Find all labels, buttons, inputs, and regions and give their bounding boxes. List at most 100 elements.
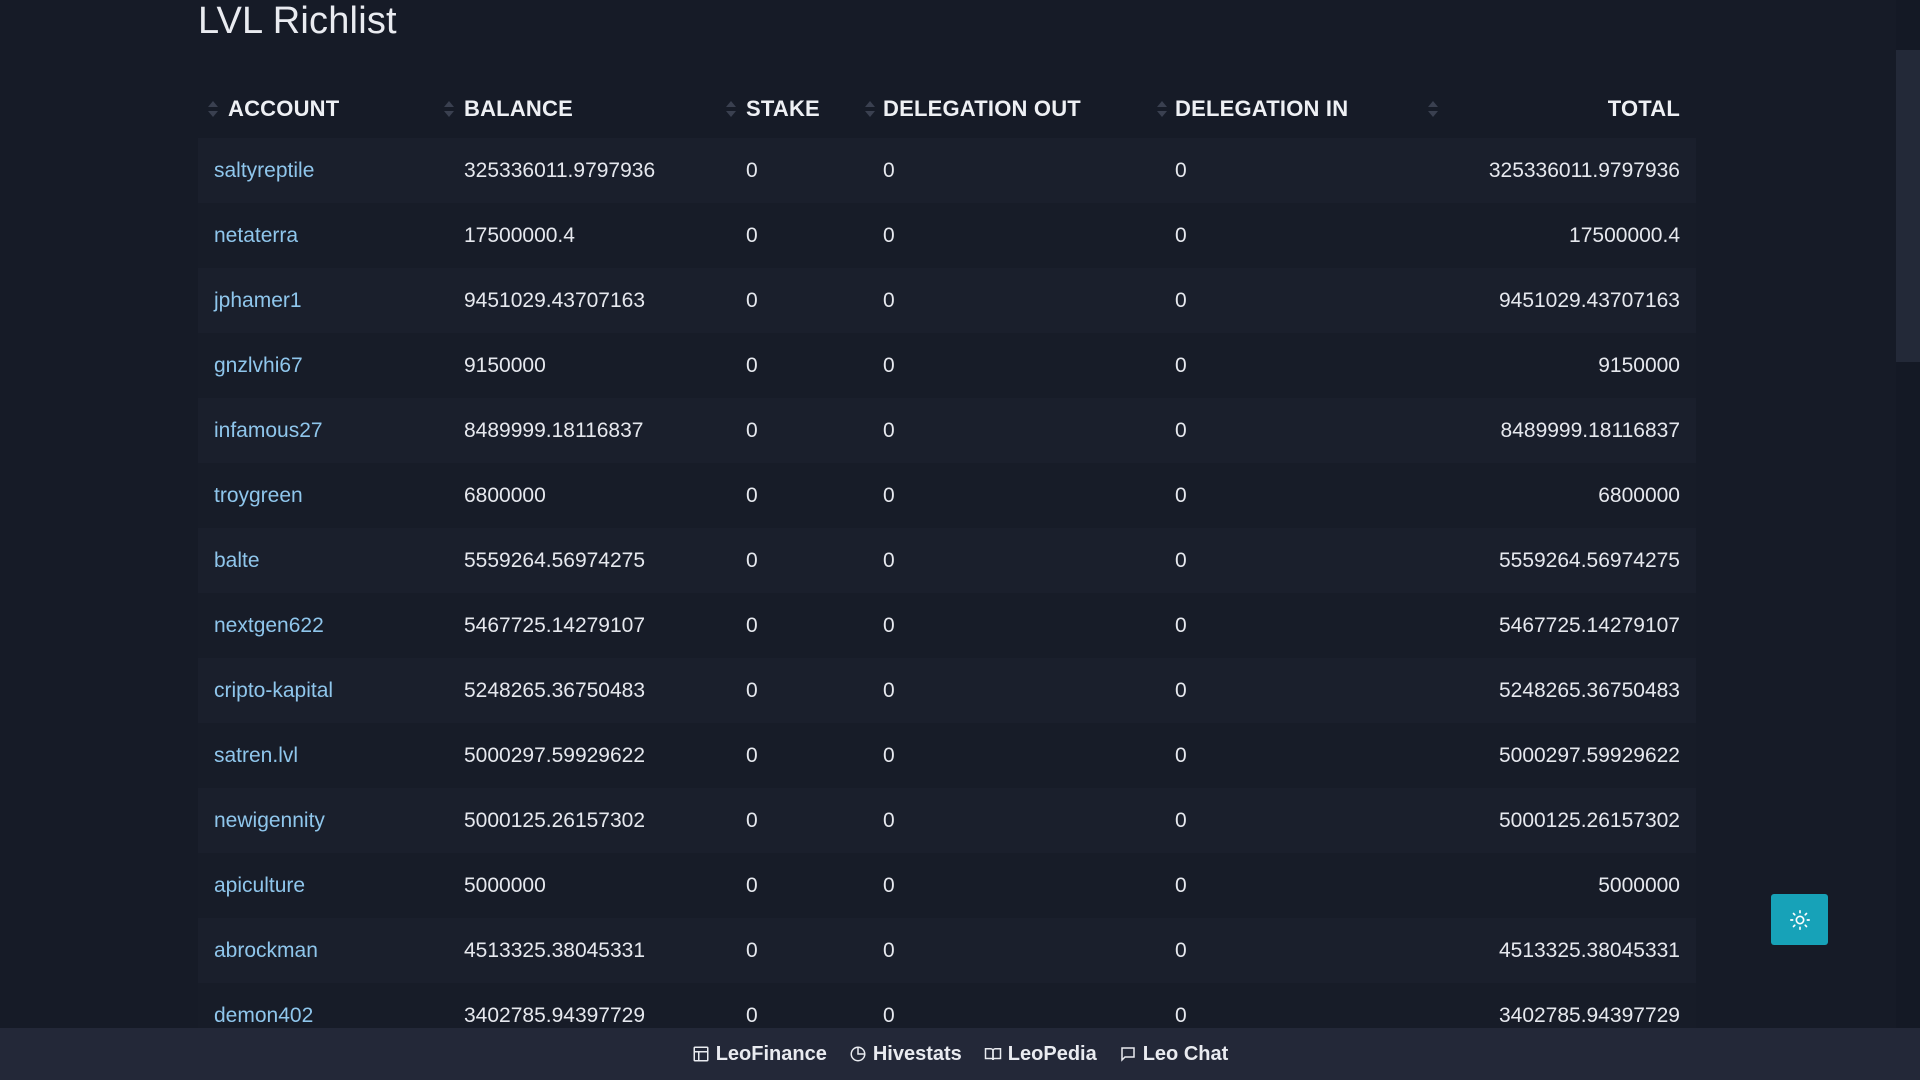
column-header-delegation-out[interactable]: DELEGATION OUT	[865, 80, 1157, 138]
delegation-out-cell: 0	[883, 353, 895, 377]
column-header-delegation-in[interactable]: DELEGATION IN	[1157, 80, 1420, 138]
account-link[interactable]: demon402	[214, 1004, 313, 1027]
account-link[interactable]: netaterra	[214, 224, 298, 247]
account-cell: jphamer1	[198, 268, 448, 333]
account-link[interactable]: cripto-kapital	[214, 679, 333, 702]
delegation-out-cell: 0	[883, 418, 895, 442]
delegation-in-cell: 0	[1175, 548, 1187, 572]
sort-icon	[444, 99, 454, 119]
delegation-out-cell: 0	[883, 613, 895, 637]
delegation-in-cell: 0	[1175, 223, 1187, 247]
scrollbar-thumb[interactable]	[1896, 50, 1920, 362]
balance-cell: 9150000	[464, 353, 546, 377]
table-row: satren.lvl 5000297.59929622 0 0 0 5000297.599…	[198, 723, 1696, 788]
footer: LeoFinance Hivestats LeoPedia Leo Chat	[0, 1028, 1920, 1080]
account-link[interactable]: gnzlvhi67	[214, 354, 303, 377]
column-header-total[interactable]: TOTAL	[1420, 80, 1696, 138]
page: LVL Richlist ACCOUNT BALANCE STAKE DELEG…	[0, 0, 1920, 1080]
footer-link-hivestats[interactable]: Hivestats	[849, 1043, 962, 1066]
balance-cell: 5000297.59929622	[464, 743, 646, 767]
table-row: balte 5559264.56974275 0 0 0 5559264.56974275	[198, 528, 1696, 593]
delegation-out-cell: 0	[883, 548, 895, 572]
stake-cell: 0	[746, 613, 758, 637]
footer-link-leopedia[interactable]: LeoPedia	[984, 1043, 1097, 1066]
balance-cell: 17500000.4	[464, 223, 575, 247]
stake-cell: 0	[746, 678, 758, 702]
delegation-in-cell: 0	[1175, 158, 1187, 182]
page-title: LVL Richlist	[198, 0, 397, 42]
total-cell: 4513325.38045331	[1498, 938, 1680, 962]
pie-chart-icon	[850, 1046, 866, 1062]
account-link[interactable]: abrockman	[214, 939, 318, 962]
account-link[interactable]: saltyreptile	[214, 159, 314, 182]
delegation-in-cell: 0	[1175, 483, 1187, 507]
column-header-account[interactable]: ACCOUNT	[198, 80, 448, 138]
table-row: troygreen 6800000 0 0 0 6800000	[198, 463, 1696, 528]
table-row: cripto-kapital 5248265.36750483 0 0 0 5248265…	[198, 658, 1696, 723]
balance-cell: 6800000	[464, 483, 546, 507]
chat-icon	[1120, 1047, 1135, 1062]
account-link[interactable]: balte	[214, 549, 260, 572]
account-cell: apiculture	[198, 853, 448, 918]
delegation-out-cell: 0	[883, 158, 895, 182]
account-link[interactable]: infamous27	[214, 419, 323, 442]
total-cell: 325336011.9797936	[1488, 158, 1680, 182]
sun-icon	[1789, 909, 1810, 930]
account-link[interactable]: apiculture	[214, 874, 305, 897]
sort-icon	[1157, 99, 1167, 119]
account-cell: balte	[198, 528, 448, 593]
delegation-in-cell: 0	[1175, 418, 1187, 442]
total-cell: 5248265.36750483	[1498, 678, 1680, 702]
total-cell: 5000125.26157302	[1498, 808, 1680, 832]
total-cell: 5000297.59929622	[1498, 743, 1680, 767]
theme-toggle-button[interactable]	[1771, 894, 1828, 945]
account-cell: newigennity	[198, 788, 448, 853]
account-cell: nextgen622	[198, 593, 448, 658]
balance-cell: 5248265.36750483	[464, 678, 646, 702]
account-cell: gnzlvhi67	[198, 333, 448, 398]
stake-cell: 0	[746, 873, 758, 897]
footer-link-leo-chat[interactable]: Leo Chat	[1119, 1043, 1228, 1066]
account-link[interactable]: troygreen	[214, 484, 303, 507]
total-cell: 5000000	[1598, 873, 1680, 897]
balance-cell: 5559264.56974275	[464, 548, 646, 572]
balance-cell: 4513325.38045331	[464, 938, 646, 962]
delegation-in-cell: 0	[1175, 808, 1187, 832]
stake-cell: 0	[746, 808, 758, 832]
account-cell: abrockman	[198, 918, 448, 983]
delegation-in-cell: 0	[1175, 938, 1187, 962]
account-link[interactable]: newigennity	[214, 809, 325, 832]
stake-cell: 0	[746, 158, 758, 182]
table-row: infamous27 8489999.18116837 0 0 0 8489999.181…	[198, 398, 1696, 463]
delegation-out-cell: 0	[883, 678, 895, 702]
balance-cell: 5000000	[464, 873, 546, 897]
sort-icon	[1428, 99, 1438, 119]
account-cell: saltyreptile	[198, 138, 448, 203]
delegation-in-cell: 0	[1175, 743, 1187, 767]
table-row: saltyreptile 325336011.9797936 0 0 0 32533601…	[198, 138, 1696, 203]
footer-link-leofinance[interactable]: LeoFinance	[692, 1043, 827, 1066]
total-cell: 9150000	[1598, 353, 1680, 377]
book-icon	[984, 1048, 1002, 1061]
account-link[interactable]: satren.lvl	[214, 744, 298, 767]
account-link[interactable]: jphamer1	[214, 289, 302, 312]
sort-icon	[865, 99, 875, 119]
total-cell: 5467725.14279107	[1498, 613, 1680, 637]
delegation-in-cell: 0	[1175, 873, 1187, 897]
table-header-row: ACCOUNT BALANCE STAKE DELEGATION OUT DEL…	[198, 80, 1696, 138]
stake-cell: 0	[746, 938, 758, 962]
delegation-out-cell: 0	[883, 743, 895, 767]
scrollbar[interactable]	[1896, 0, 1920, 1030]
table-row: netaterra 17500000.4 0 0 0 17500000.4	[198, 203, 1696, 268]
total-cell: 9451029.43707163	[1498, 288, 1680, 312]
account-link[interactable]: nextgen622	[214, 614, 324, 637]
delegation-in-cell: 0	[1175, 613, 1187, 637]
richlist-table: ACCOUNT BALANCE STAKE DELEGATION OUT DEL…	[198, 80, 1696, 1048]
account-cell: satren.lvl	[198, 723, 448, 788]
sort-icon	[726, 99, 736, 119]
column-header-stake[interactable]: STAKE	[726, 80, 869, 138]
column-header-balance[interactable]: BALANCE	[444, 80, 730, 138]
account-cell: troygreen	[198, 463, 448, 528]
table-row: abrockman 4513325.38045331 0 0 0 4513325.3804…	[198, 918, 1696, 983]
delegation-out-cell: 0	[883, 938, 895, 962]
